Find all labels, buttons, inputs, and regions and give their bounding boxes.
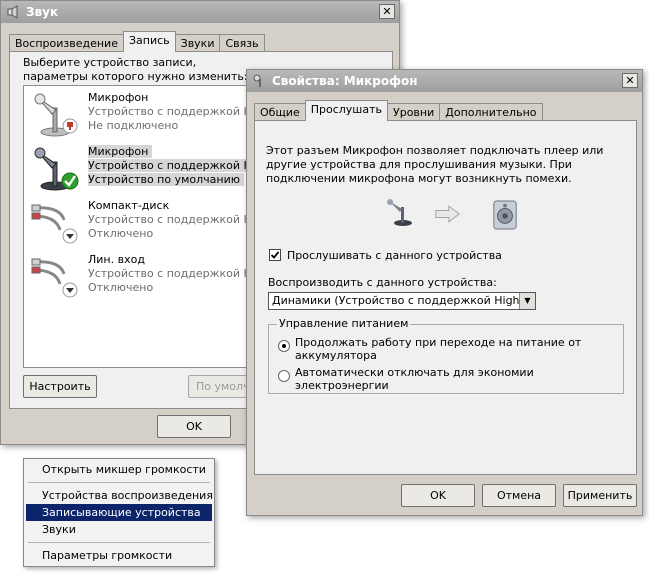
tab-recording[interactable]: Запись: [122, 31, 176, 52]
properties-ok-button[interactable]: OK: [401, 484, 475, 507]
device-description: Устройство с поддержкой Hi: [88, 213, 255, 226]
sound-ok-button[interactable]: OK: [157, 415, 231, 438]
speaker-icon: [7, 5, 18, 19]
listen-checkbox-label[interactable]: Прослушивать с данного устройства: [287, 249, 502, 262]
radio-keep-running[interactable]: [278, 340, 290, 352]
sound-close-button[interactable]: ✕: [379, 4, 395, 19]
tab-communications[interactable]: Связь: [219, 34, 265, 52]
tab-general[interactable]: Общие: [254, 103, 306, 121]
menu-item-playback-devices[interactable]: Устройства воспроизведения: [26, 487, 213, 504]
playback-device-label: Воспроизводить с данного устройства:: [268, 276, 497, 289]
menu-item-recording-devices[interactable]: Записывающие устройства: [26, 504, 212, 521]
radio-auto-disable-label[interactable]: Автоматически отключать для экономии: [295, 366, 534, 379]
device-description: Устройство с поддержкой Hi: [88, 267, 255, 280]
properties-titlebar[interactable]: Свойства: Микрофон: [247, 70, 642, 92]
device-status: Не подключено: [88, 119, 179, 132]
radio-keep-running-label-2[interactable]: аккумулятора: [295, 349, 377, 362]
power-management-group: Управление питанием Продолжать работу пр…: [268, 317, 624, 394]
device-status: Отключено: [88, 281, 154, 294]
properties-apply-button[interactable]: Применить: [563, 484, 637, 507]
menu-separator: [28, 482, 210, 483]
listen-checkbox[interactable]: [269, 249, 281, 261]
radio-keep-running-label[interactable]: Продолжать работу при переходе на питани…: [295, 336, 581, 349]
sound-tabs: Воспроизведение Запись Звуки Связь: [9, 31, 265, 52]
power-group-legend: Управление питанием: [277, 317, 411, 330]
chevron-down-icon[interactable]: ▼: [519, 293, 535, 309]
radio-auto-disable-label-2[interactable]: электроэнергии: [295, 379, 389, 392]
tab-advanced[interactable]: Дополнительно: [439, 103, 543, 121]
listen-description: Этот разъем Микрофон позволяет подключат…: [266, 144, 604, 185]
sound-titlebar[interactable]: Звук: [1, 1, 399, 23]
volume-context-menu: Открыть микшер громкости Устройства восп…: [23, 458, 215, 567]
device-name: Микрофон: [88, 145, 153, 158]
device-name: Компакт-диск: [88, 199, 170, 212]
list-item-microphone-default[interactable]: Микрофон Устройство с поддержкой Hi Устр…: [24, 142, 254, 194]
microphone-properties-dialog: Свойства: Микрофон ✕ Общие Прослушать Ур…: [246, 69, 643, 516]
menu-item-volume-settings[interactable]: Параметры громкости: [26, 547, 212, 564]
speaker-icon: [493, 200, 517, 230]
rca-cable-icon: [31, 258, 78, 298]
radio-auto-disable[interactable]: [278, 370, 290, 382]
menu-item-sounds[interactable]: Звуки: [26, 521, 212, 538]
microphone-icon: [253, 74, 261, 87]
tab-playback[interactable]: Воспроизведение: [9, 34, 124, 52]
microphone-icon: [34, 93, 78, 137]
device-description: Устройство с поддержкой Hi: [88, 159, 254, 172]
configure-button[interactable]: Настроить: [23, 375, 97, 398]
device-name: Микрофон: [88, 91, 149, 104]
device-status: Отключено: [88, 227, 154, 240]
playback-device-value: Динамики (Устройство с поддержкой High D…: [272, 294, 536, 307]
device-list[interactable]: Микрофон Устройство с поддержкой Hi Не п…: [23, 85, 255, 368]
listen-panel: Этот разъем Микрофон позволяет подключат…: [254, 120, 637, 475]
properties-title: Свойства: Микрофон: [272, 74, 418, 88]
tab-levels[interactable]: Уровни: [387, 103, 441, 121]
device-name: Лин. вход: [88, 253, 145, 266]
microphone-icon: [387, 199, 412, 226]
tab-sounds[interactable]: Звуки: [174, 34, 221, 52]
list-item-microphone-unplugged[interactable]: Микрофон Устройство с поддержкой Hi Не п…: [24, 88, 254, 140]
tab-listen[interactable]: Прослушать: [304, 100, 389, 121]
playback-device-select[interactable]: Динамики (Устройство с поддержкой High D…: [268, 292, 536, 310]
menu-item-open-mixer[interactable]: Открыть микшер громкости: [26, 461, 212, 478]
microphone-icon: [34, 147, 79, 191]
properties-close-button[interactable]: ✕: [622, 73, 638, 88]
device-description: Устройство с поддержкой Hi: [88, 105, 255, 118]
instruction-text: Выберите устройство записи, параметры ко…: [23, 56, 248, 83]
checkmark-icon: [270, 251, 280, 259]
list-item-line-in[interactable]: Лин. вход Устройство с поддержкой Hi Отк…: [24, 250, 254, 302]
arrow-right-icon: [435, 205, 460, 223]
device-status: Устройство по умолчанию: [88, 173, 245, 186]
properties-tabs: Общие Прослушать Уровни Дополнительно: [254, 100, 543, 121]
list-item-cd[interactable]: Компакт-диск Устройство с поддержкой Hi …: [24, 196, 254, 248]
sound-title: Звук: [26, 5, 59, 19]
menu-separator: [28, 542, 210, 543]
properties-cancel-button[interactable]: Отмена: [482, 484, 556, 507]
rca-cable-icon: [31, 204, 78, 244]
